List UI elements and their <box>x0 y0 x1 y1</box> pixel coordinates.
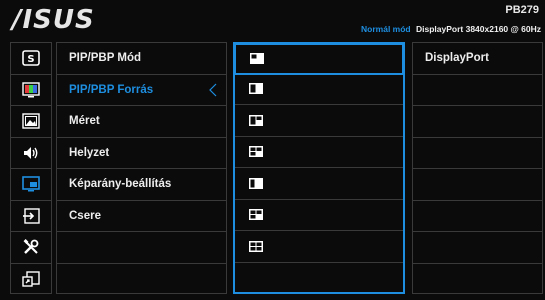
osd-header: /ISUS PB279 Normál mód DisplayPort 3840x… <box>0 0 545 38</box>
svg-text:S: S <box>27 54 34 65</box>
model-name: PB279 <box>505 4 539 16</box>
layout-option-7[interactable] <box>235 231 403 263</box>
layout-option-empty <box>235 263 403 295</box>
sidebar-item-splendid[interactable]: S <box>11 43 51 75</box>
source-list: DisplayPort <box>412 42 543 294</box>
menu-item-size[interactable]: Méret <box>57 106 226 138</box>
menu-item-position[interactable]: Helyzet <box>57 138 226 169</box>
layout-3-alt-icon <box>249 209 263 221</box>
layout-2-vertical-icon <box>249 177 263 189</box>
layout-option-3[interactable] <box>235 105 403 137</box>
source-empty <box>413 232 542 264</box>
signal-info: DisplayPort 3840x2160 @ 60Hz <box>416 24 541 34</box>
menu-item-label: PIP/PBP Forrás <box>69 83 154 96</box>
menu-item-label: Csere <box>69 209 101 222</box>
menu-item-pip-pbp-mode[interactable]: PIP/PBP Mód <box>57 43 226 75</box>
layout-4-alt-icon <box>249 240 263 252</box>
source-empty <box>413 75 542 106</box>
sidebar-item-pip-pbp[interactable] <box>11 169 51 201</box>
layout-option-6[interactable] <box>235 200 403 231</box>
layout-option-5[interactable] <box>235 168 403 200</box>
sidebar-item-image[interactable] <box>11 106 51 138</box>
layout-2-top-left-icon <box>250 53 264 65</box>
source-empty <box>413 264 542 296</box>
menu-item-empty <box>57 264 226 296</box>
input-select-icon <box>22 207 40 225</box>
window-layout-list <box>233 42 405 294</box>
sidebar-item-system[interactable] <box>11 232 51 264</box>
menu-item-pip-pbp-source[interactable]: PIP/PBP Forrás <box>57 75 226 106</box>
status-bar: Normál mód DisplayPort 3840x2160 @ 60Hz <box>361 24 541 34</box>
layout-option-4[interactable] <box>235 137 403 168</box>
source-displayport[interactable]: DisplayPort <box>413 43 542 75</box>
menu-item-swap[interactable]: Csere <box>57 201 226 232</box>
shortcut-icon <box>22 270 40 288</box>
current-mode: Normál mód <box>361 24 411 34</box>
source-empty <box>413 169 542 201</box>
source-empty <box>413 106 542 138</box>
sound-icon <box>22 144 40 162</box>
pip-pbp-icon <box>22 175 40 193</box>
source-label: DisplayPort <box>425 52 489 65</box>
menu-item-label: Képarány-beállítás <box>69 178 172 191</box>
source-empty <box>413 201 542 232</box>
system-setup-icon <box>22 238 40 256</box>
asus-logo: /ISUS <box>12 5 95 35</box>
image-icon <box>22 112 40 130</box>
menu-item-aspect[interactable]: Képarány-beállítás <box>57 169 226 201</box>
submenu-list: PIP/PBP Mód PIP/PBP Forrás Méret Helyzet… <box>56 42 227 294</box>
sidebar-item-sound[interactable] <box>11 138 51 169</box>
menu-item-label: PIP/PBP Mód <box>69 52 141 65</box>
layout-option-2[interactable] <box>235 74 403 105</box>
layout-4-icon <box>249 146 263 158</box>
sidebar-item-color[interactable] <box>11 75 51 106</box>
chevron-left-icon <box>209 83 217 96</box>
color-icon <box>22 81 40 99</box>
sidebar-item-shortcut[interactable] <box>11 264 51 296</box>
menu-item-empty <box>57 232 226 264</box>
layout-2-left-icon <box>249 83 263 95</box>
menu-item-label: Méret <box>69 115 100 128</box>
source-empty <box>413 138 542 169</box>
layout-3-icon <box>249 114 263 126</box>
sidebar-icons: S <box>10 42 52 294</box>
splendid-icon: S <box>22 49 40 67</box>
menu-item-label: Helyzet <box>69 146 110 159</box>
layout-option-1[interactable] <box>234 43 404 75</box>
sidebar-item-input[interactable] <box>11 201 51 232</box>
